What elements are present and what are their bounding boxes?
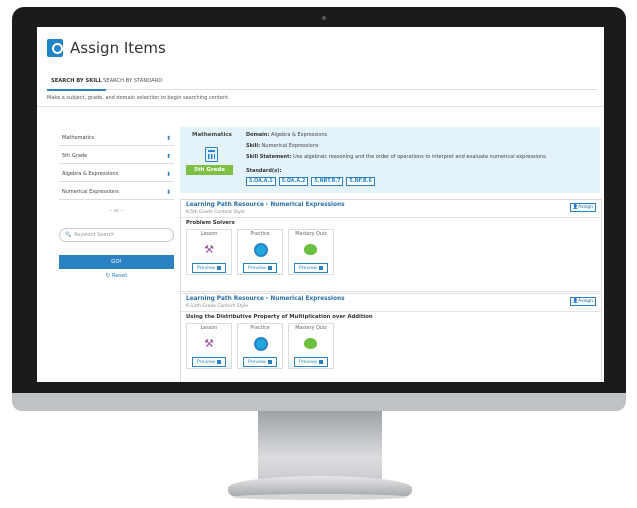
preview-button[interactable]: Preview — [294, 357, 328, 367]
tile-label: Mastery Quiz — [295, 232, 327, 237]
domain-label: Domain: — [246, 132, 270, 138]
assign-book-icon — [47, 39, 63, 57]
practice-tile: Practice Preview — [237, 229, 283, 275]
practice-icon — [254, 337, 268, 351]
instruction-text: Make a subject, grade, and domain select… — [47, 95, 230, 101]
standards-list: 5.OA.A.1 5.OA.A.2 5.NBT.B.7 5.NF.B.6 — [246, 177, 378, 186]
mastery-quiz-icon — [304, 338, 317, 349]
tab-search-by-standard[interactable]: SEARCH BY STANDARD — [99, 75, 166, 89]
standard-chip[interactable]: 5.NF.B.6 — [346, 177, 375, 186]
domain-select[interactable]: Algebra & Expressions ⬍ — [59, 167, 174, 182]
preview-button[interactable]: Preview — [243, 263, 277, 273]
lesson-icon: ⚒ — [204, 242, 214, 256]
page-title: Assign Items — [70, 39, 166, 57]
keyword-search-input[interactable]: 🔍 Keyword Search — [59, 228, 174, 242]
card-divider — [181, 311, 601, 312]
subject-select[interactable]: Mathematics ⬍ — [59, 131, 174, 146]
result-title[interactable]: Learning Path Resource - Numerical Expre… — [186, 296, 345, 302]
select-arrows-icon: ⬍ — [165, 134, 171, 142]
select-arrows-icon: ⬍ — [165, 188, 171, 196]
camera-icon — [322, 16, 326, 20]
skill-select[interactable]: Numerical Expressions ⬍ — [59, 185, 174, 200]
assign-button[interactable]: 👤Assign — [569, 297, 596, 306]
reset-link[interactable]: ↻ Reset — [59, 273, 174, 279]
preview-button[interactable]: Preview — [192, 357, 226, 367]
result-title[interactable]: Learning Path Resource - Numerical Expre… — [186, 202, 345, 208]
result-subtitle: K-5th Grade Content Style — [186, 210, 245, 215]
monitor-stand-neck — [258, 411, 382, 479]
grade-select-value: 5th Grade — [62, 153, 88, 159]
select-arrows-icon: ⬍ — [165, 152, 171, 160]
skill-label: Skill: — [246, 143, 261, 149]
skill-line: Skill: Numerical Expressions — [246, 143, 319, 149]
tile-label: Practice — [250, 232, 270, 237]
mastery-quiz-tile: Mastery Quiz Preview — [288, 323, 334, 369]
statement-value: Use algebraic reasoning and the order of… — [293, 154, 548, 160]
standard-chip[interactable]: 5.OA.A.2 — [278, 177, 309, 186]
practice-icon — [254, 243, 268, 257]
monitor-base-shadow — [232, 494, 408, 500]
standards-line: Standard(s): — [246, 168, 281, 174]
subject-select-value: Mathematics — [62, 135, 95, 141]
skill-subject: Mathematics — [192, 132, 232, 138]
skill-value: Numerical Expressions — [261, 143, 319, 149]
group-title: Problem Solvers — [186, 220, 235, 226]
screen: Assign Items SEARCH BY SKILL SEARCH BY S… — [37, 27, 604, 382]
or-divider: -- or -- — [108, 208, 125, 214]
domain-line: Domain: Algebra & Expressions — [246, 132, 327, 138]
skill-info-panel: Mathematics 5th Grade Domain: Algebra & … — [180, 127, 600, 193]
practice-tile: Practice Preview — [237, 323, 283, 369]
calculator-icon — [205, 147, 218, 162]
mastery-quiz-icon — [304, 244, 317, 255]
lesson-tile: Lesson ⚒ Preview — [186, 229, 232, 275]
search-icon: 🔍 — [65, 232, 72, 238]
standards-label: Standard(s): — [246, 168, 282, 174]
tile-label: Lesson — [200, 232, 218, 237]
preview-button[interactable]: Preview — [192, 263, 226, 273]
tile-label: Practice — [250, 326, 270, 331]
group-title: Using the Distributive Property of Multi… — [186, 314, 373, 320]
domain-select-value: Algebra & Expressions — [62, 171, 119, 177]
mastery-quiz-tile: Mastery Quiz Preview — [288, 229, 334, 275]
statement-label: Skill Statement: — [246, 154, 292, 160]
preview-button[interactable]: Preview — [294, 263, 328, 273]
resource-tiles: Lesson ⚒ Preview Practice Preview Master… — [186, 323, 339, 369]
skill-select-value: Numerical Expressions — [62, 189, 119, 195]
monitor-chin — [12, 393, 626, 411]
standard-chip[interactable]: 5.NBT.B.7 — [311, 177, 344, 186]
assign-label: Assign — [578, 299, 593, 304]
reset-icon: ↻ — [105, 273, 111, 279]
page-header: Assign Items — [47, 37, 166, 59]
card-divider — [181, 217, 601, 218]
assign-button[interactable]: 👤Assign — [569, 203, 596, 212]
monitor-stand-base — [228, 476, 412, 496]
reset-label: Reset — [111, 273, 128, 279]
grade-badge: 5th Grade — [186, 165, 233, 175]
result-subtitle: 6-12th Grade Content Style — [186, 304, 249, 309]
tab-search-by-skill[interactable]: SEARCH BY SKILL — [47, 75, 106, 91]
grade-select[interactable]: 5th Grade ⬍ — [59, 149, 174, 164]
standard-chip[interactable]: 5.OA.A.1 — [246, 177, 276, 186]
go-button[interactable]: GO! — [59, 255, 174, 269]
assign-label: Assign — [578, 205, 593, 210]
result-card: Learning Path Resource - Numerical Expre… — [180, 293, 602, 382]
tile-label: Mastery Quiz — [295, 326, 327, 331]
divider — [37, 106, 604, 107]
preview-button[interactable]: Preview — [243, 357, 277, 367]
tile-label: Lesson — [200, 326, 218, 331]
lesson-tile: Lesson ⚒ Preview — [186, 323, 232, 369]
select-arrows-icon: ⬍ — [165, 170, 171, 178]
lesson-icon: ⚒ — [204, 336, 214, 350]
statement-line: Skill Statement: Use algebraic reasoning… — [246, 154, 547, 160]
resource-tiles: Lesson ⚒ Preview Practice Preview Master… — [186, 229, 339, 275]
tab-bar: SEARCH BY SKILL SEARCH BY STANDARD — [47, 73, 597, 91]
filter-panel: Mathematics ⬍ 5th Grade ⬍ Algebra & Expres… — [59, 131, 174, 279]
keyword-search-placeholder: Keyword Search — [74, 232, 115, 238]
domain-value: Algebra & Expressions — [271, 132, 328, 138]
result-card: Learning Path Resource - Numerical Expre… — [180, 199, 602, 292]
